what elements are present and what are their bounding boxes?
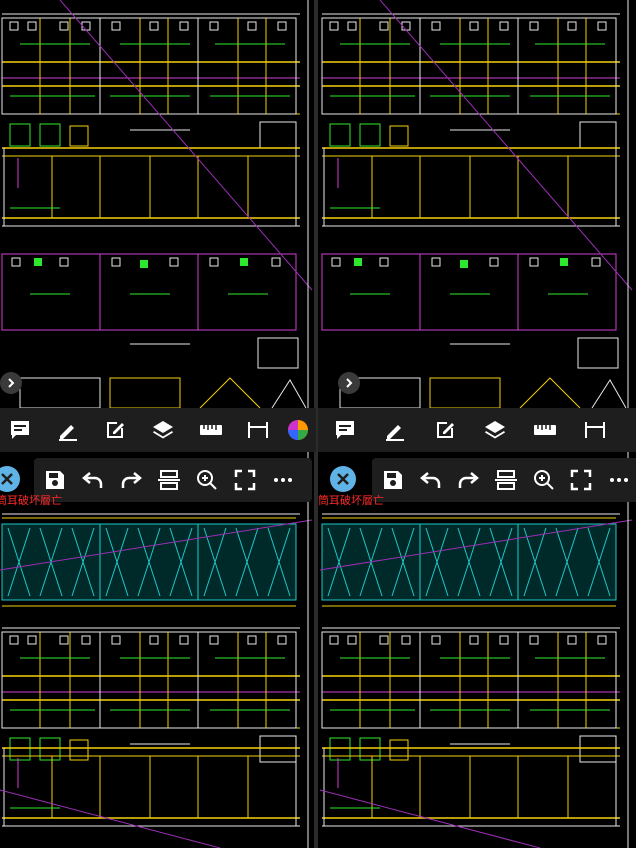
fullscreen-icon bbox=[571, 469, 592, 491]
redo-icon bbox=[459, 472, 480, 488]
dimension-icon bbox=[585, 422, 605, 438]
redo-icon bbox=[121, 472, 142, 488]
layer-label: 筒耳破坏層亡 bbox=[318, 494, 384, 507]
close-button[interactable] bbox=[330, 466, 356, 492]
ruler-icon bbox=[534, 425, 556, 435]
trim-button[interactable] bbox=[150, 461, 188, 499]
edit-tool[interactable] bbox=[97, 411, 133, 449]
ruler-tool[interactable] bbox=[193, 411, 229, 449]
close-icon bbox=[337, 473, 349, 485]
trim-icon bbox=[158, 470, 180, 490]
fullscreen-icon bbox=[234, 469, 256, 491]
undo-icon bbox=[419, 472, 440, 488]
zoom-icon bbox=[533, 470, 554, 490]
zoom-button[interactable] bbox=[188, 461, 226, 499]
zoom-button[interactable] bbox=[525, 461, 563, 499]
more-button[interactable] bbox=[264, 461, 302, 499]
layers-icon bbox=[485, 421, 505, 439]
fullscreen-button[interactable] bbox=[226, 461, 264, 499]
layers-tool[interactable] bbox=[145, 411, 181, 449]
redo-button[interactable] bbox=[449, 461, 487, 499]
trim-button[interactable] bbox=[487, 461, 525, 499]
chevron-right-icon bbox=[8, 378, 15, 388]
dimension-tool[interactable] bbox=[576, 411, 614, 449]
dimension-tool[interactable] bbox=[241, 411, 277, 449]
ruler-icon bbox=[199, 425, 222, 435]
pen-tool[interactable] bbox=[50, 411, 86, 449]
close-icon bbox=[1, 473, 13, 485]
save-icon bbox=[383, 471, 402, 489]
comment-icon bbox=[336, 421, 354, 439]
comment-tool[interactable] bbox=[2, 411, 38, 449]
markup-toolbar bbox=[318, 408, 636, 452]
layer-label: 筒耳破坏層亡 bbox=[0, 494, 62, 507]
undo-button[interactable] bbox=[74, 461, 112, 499]
color-picker-tool[interactable] bbox=[280, 411, 316, 449]
action-toolbar bbox=[34, 458, 312, 502]
dimension-icon bbox=[248, 422, 269, 438]
undo-button[interactable] bbox=[412, 461, 450, 499]
expand-panel-button[interactable] bbox=[338, 372, 360, 394]
more-icon bbox=[610, 478, 629, 482]
save-icon bbox=[46, 471, 64, 489]
undo-icon bbox=[82, 472, 103, 488]
markup-toolbar bbox=[0, 408, 316, 452]
pen-icon bbox=[386, 425, 404, 441]
trim-icon bbox=[495, 470, 518, 490]
more-icon bbox=[274, 478, 292, 482]
edit-icon bbox=[437, 422, 454, 438]
color-wheel-icon bbox=[288, 420, 309, 440]
zoom-icon bbox=[197, 470, 217, 490]
pen-tool[interactable] bbox=[376, 411, 414, 449]
layers-icon bbox=[153, 421, 174, 439]
more-button[interactable] bbox=[600, 461, 636, 499]
action-toolbar bbox=[372, 458, 636, 502]
comment-tool[interactable] bbox=[326, 411, 364, 449]
fullscreen-button[interactable] bbox=[563, 461, 601, 499]
edit-icon bbox=[107, 422, 125, 438]
edit-tool[interactable] bbox=[426, 411, 464, 449]
ruler-tool[interactable] bbox=[526, 411, 564, 449]
expand-panel-button[interactable] bbox=[0, 372, 22, 394]
layers-tool[interactable] bbox=[476, 411, 514, 449]
redo-button[interactable] bbox=[112, 461, 150, 499]
chevron-right-icon bbox=[346, 378, 353, 388]
comment-icon bbox=[10, 421, 29, 439]
pen-icon bbox=[58, 425, 77, 441]
